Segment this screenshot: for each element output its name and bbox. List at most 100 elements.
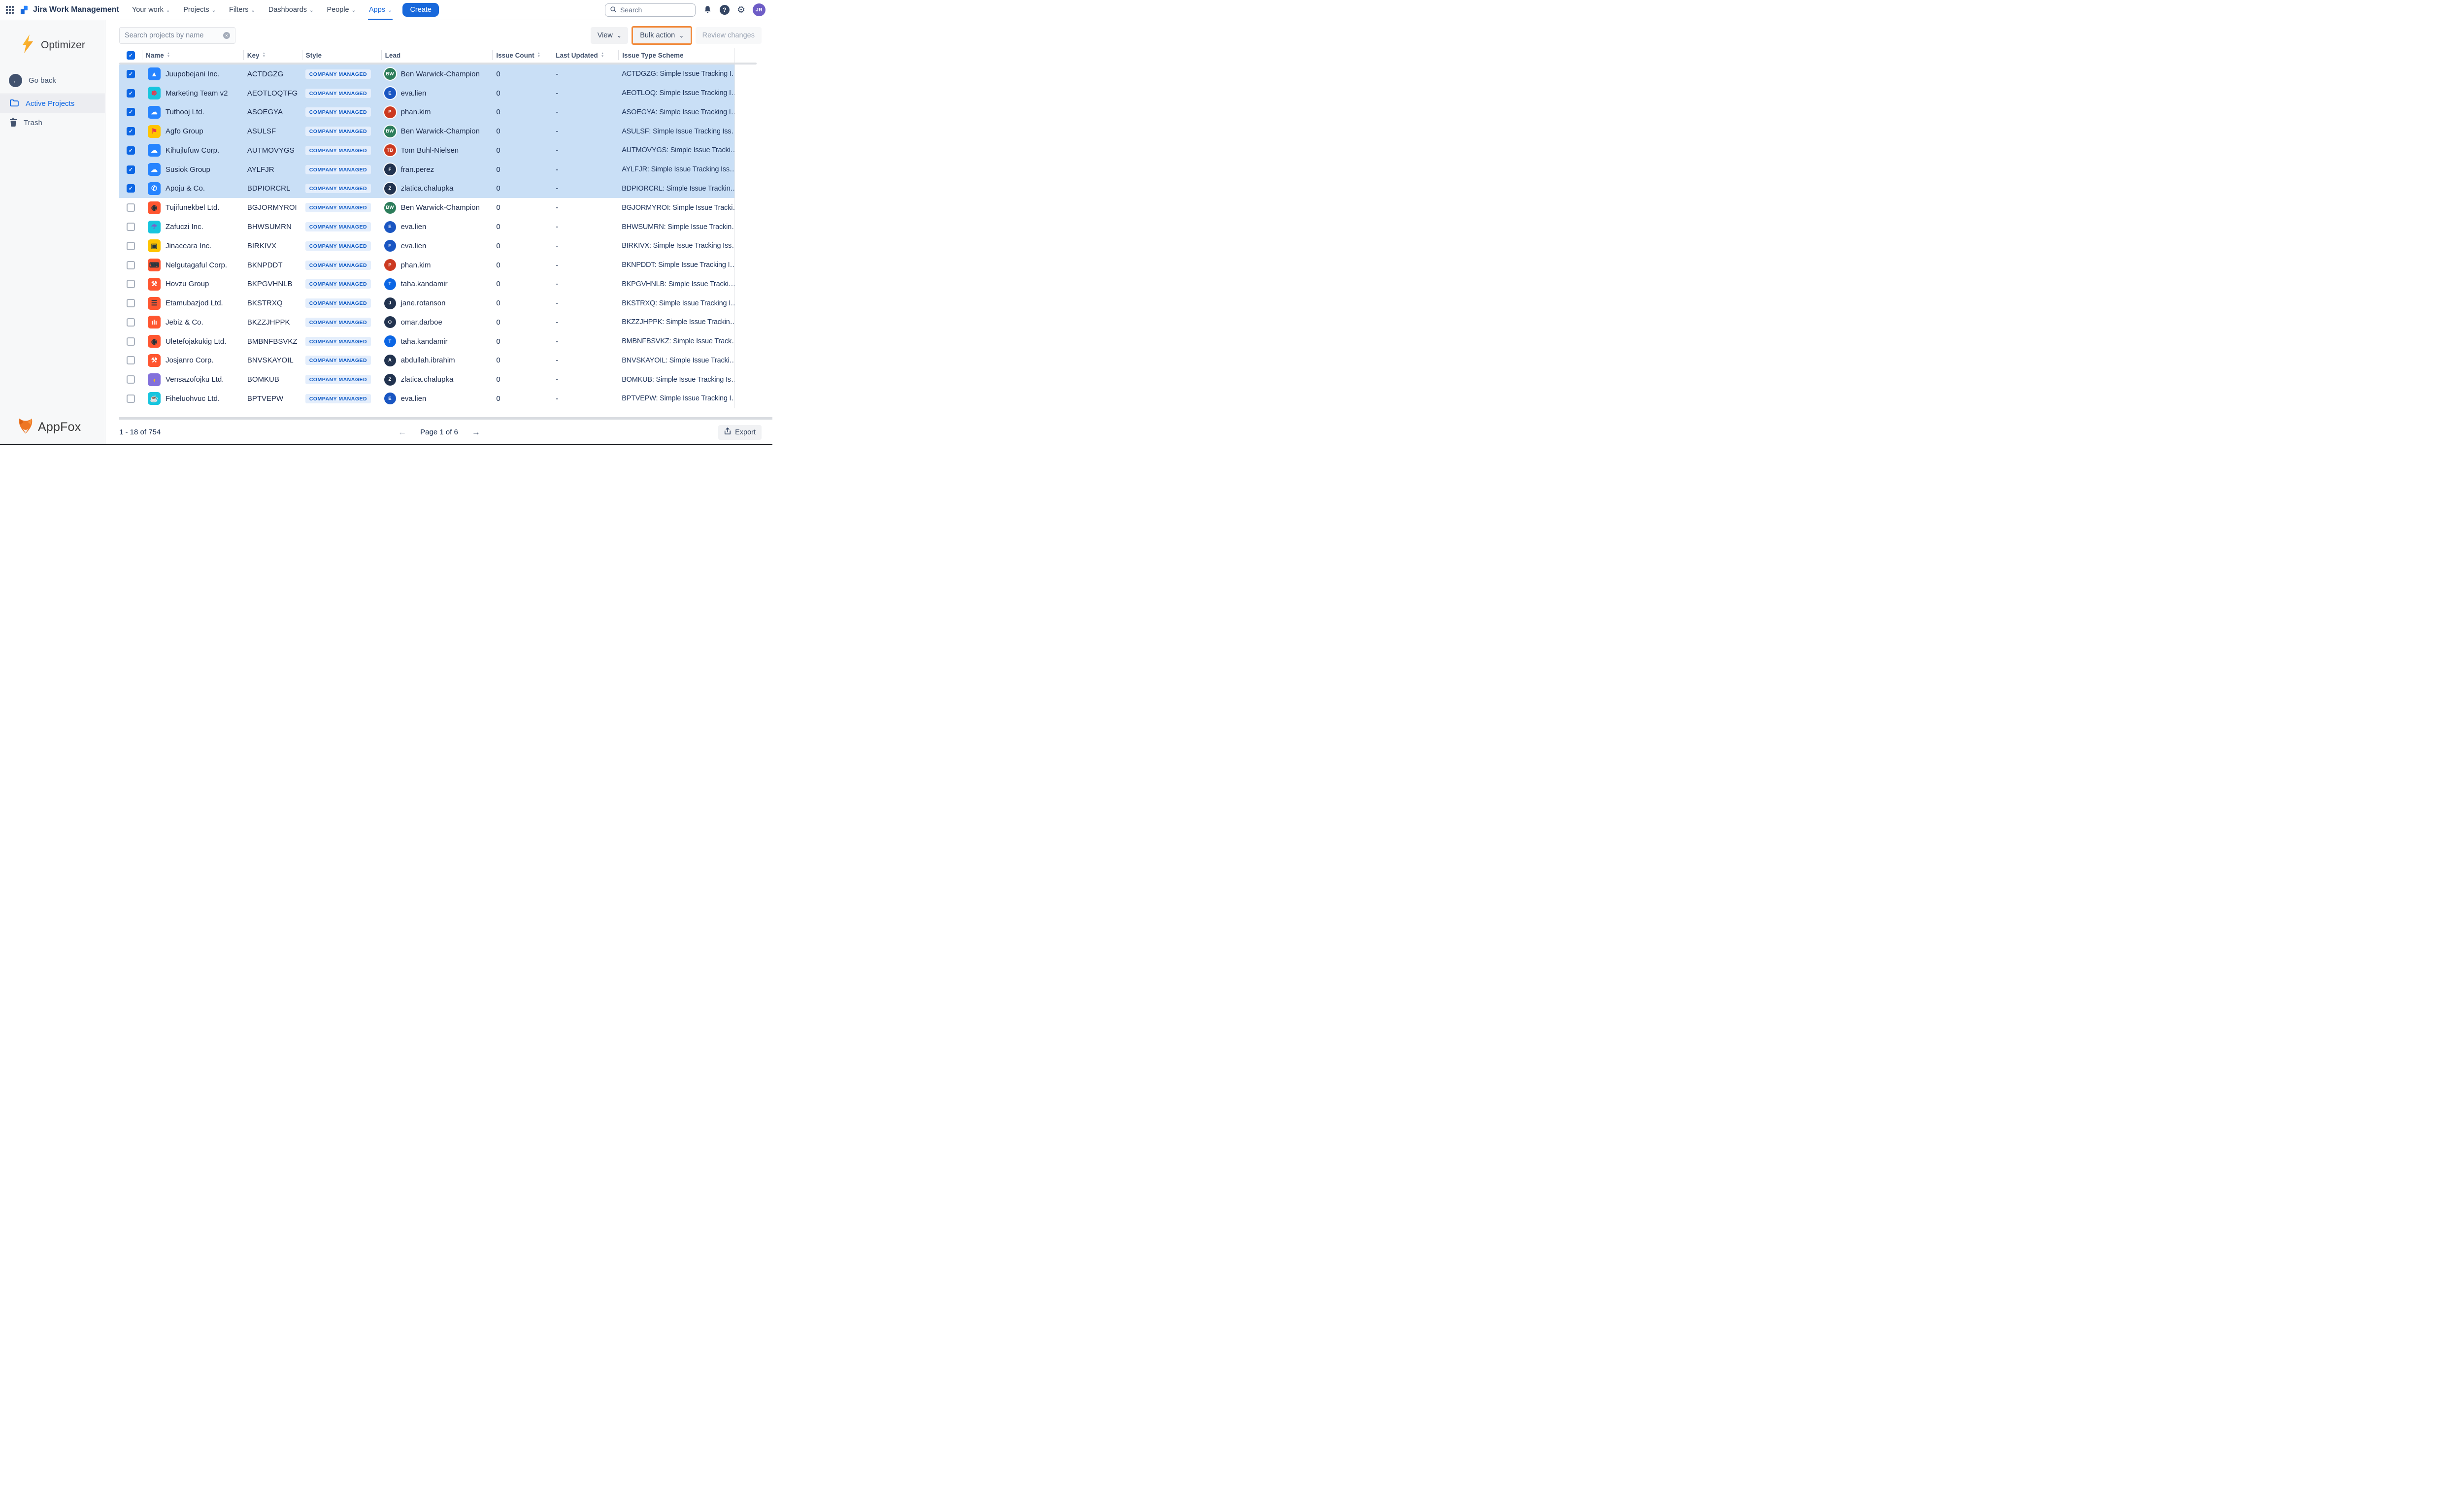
lead-avatar: J [384,297,396,309]
review-changes-button[interactable]: Review changes [696,27,762,44]
chevron-down-icon: ⌄ [352,8,356,13]
lead-avatar: Z [384,374,396,386]
project-search-input[interactable]: Search projects by name ✕ [119,27,235,44]
app-switcher-icon[interactable] [5,6,19,14]
row-checkbox[interactable] [127,280,135,288]
issue-type-scheme: AEOTLOQ: Simple Issue Tracking I… [618,84,734,103]
row-checkbox[interactable] [127,127,135,135]
user-avatar[interactable]: JR [753,3,766,16]
issue-type-scheme: BKSTRXQ: Simple Issue Tracking I… [618,294,734,313]
table-row: ⚒ Hovzu Group BKPGVHNLB COMPANY MANAGED … [119,274,734,294]
nav-dashboards[interactable]: Dashboards⌄ [268,0,314,20]
vinyl-record-icon: ◉ [148,201,161,214]
column-header-lead[interactable]: Lead [381,50,493,60]
style-badge: COMPANY MANAGED [305,222,371,231]
next-page-arrow-icon[interactable]: → [472,427,480,437]
issue-count: 0 [492,351,552,370]
lead-avatar: P [384,259,396,271]
nav-projects[interactable]: Projects⌄ [183,0,216,20]
row-checkbox[interactable] [127,223,135,231]
create-button[interactable]: Create [402,3,439,17]
project-key: BGJORMYROI [243,198,302,217]
view-dropdown-button[interactable]: View⌄ [591,27,629,44]
row-checkbox[interactable] [127,337,135,346]
lead-avatar: O [384,316,396,328]
notifications-icon[interactable] [703,5,712,15]
row-checkbox[interactable] [127,356,135,364]
jira-logo-icon[interactable] [19,5,29,15]
row-checkbox[interactable] [127,165,135,174]
nav-apps[interactable]: Apps⌄ [369,0,392,20]
nav-your-work[interactable]: Your work⌄ [132,0,170,20]
row-checkbox[interactable] [127,299,135,307]
horizontal-scrollbar-bottom[interactable] [119,417,772,420]
column-header-name[interactable]: Name▲▼ [142,50,243,60]
search-icon [610,6,617,14]
lead-name: taha.kandamir [401,337,448,346]
chevron-down-icon: ⌄ [166,8,170,13]
export-button[interactable]: Export [718,425,762,440]
last-updated: - [552,179,618,198]
sidebar-item-active-projects[interactable]: Active Projects [0,94,105,113]
lifebuoy-icon: ☸ [148,87,161,99]
project-name: Hovzu Group [166,280,209,288]
column-header-key[interactable]: Key▲▼ [243,50,302,60]
page-indicator: Page 1 of 6 [420,428,458,436]
flag-icon: ⚑ [148,125,161,138]
project-name: Kihujlufuw Corp. [166,146,219,155]
project-name: Tujifunekbel Ltd. [166,203,220,212]
last-updated: - [552,332,618,351]
column-header-style[interactable]: Style [302,50,381,60]
settings-gear-icon[interactable]: ⚙ [737,5,745,15]
sort-icon: ▲▼ [167,53,170,58]
octopus-icon: ☂ [148,221,161,233]
last-updated: - [552,103,618,122]
select-all-checkbox[interactable] [127,51,135,60]
project-name: Susiok Group [166,165,210,174]
row-checkbox[interactable] [127,242,135,250]
row-checkbox[interactable] [127,184,135,193]
help-icon[interactable]: ? [720,5,730,15]
style-badge: COMPANY MANAGED [305,89,371,98]
bulk-action-dropdown-button[interactable]: Bulk action⌄ [632,26,692,45]
go-back-button[interactable]: ← Go back [9,74,105,87]
brand-name: AppFox [38,420,81,434]
project-name: Vensazofojku Ltd. [166,375,224,384]
issue-count: 0 [492,294,552,313]
table-row: ☰ Etamubazjod Ltd. BKSTRXQ COMPANY MANAG… [119,294,734,313]
row-checkbox[interactable] [127,375,135,384]
style-badge: COMPANY MANAGED [305,279,371,289]
app-title: Optimizer [41,39,85,51]
lead-name: phan.kim [401,108,431,116]
lead-avatar: E [384,393,396,404]
clear-search-icon[interactable]: ✕ [223,32,230,39]
row-checkbox[interactable] [127,261,135,269]
last-updated: - [552,389,618,408]
row-checkbox[interactable] [127,146,135,155]
issue-type-scheme: BHWSUMRN: Simple Issue Trackin… [618,217,734,236]
row-checkbox[interactable] [127,394,135,403]
sidebar-item-trash[interactable]: Trash [0,113,105,132]
project-key: BKSTRXQ [243,294,302,313]
issue-count: 0 [492,217,552,236]
row-checkbox[interactable] [127,108,135,116]
column-header-issue-type-scheme[interactable]: Issue Type Scheme [618,50,734,60]
column-header-issue-count[interactable]: Issue Count▲▼ [492,50,552,60]
nav-people[interactable]: People⌄ [327,0,356,20]
row-checkbox[interactable] [127,318,135,327]
lead-avatar: BW [384,202,396,214]
row-checkbox[interactable] [127,203,135,212]
issue-type-scheme: BKNPDDT: Simple Issue Tracking I… [618,256,734,275]
previous-page-arrow-icon[interactable]: ← [398,427,406,437]
nav-filters[interactable]: Filters⌄ [229,0,255,20]
project-key: BNVSKAYOIL [243,351,302,370]
column-header-last-updated[interactable]: Last Updated▲▼ [552,50,618,60]
global-search-input[interactable]: Search [605,3,696,17]
row-checkbox[interactable] [127,89,135,98]
issue-count: 0 [492,141,552,160]
cloud-icon: ☁ [148,144,161,157]
table-row: ▲ Juupobejani Inc. ACTDGZG COMPANY MANAG… [119,65,734,84]
row-checkbox[interactable] [127,70,135,78]
lead-avatar: Z [384,183,396,195]
issue-count: 0 [492,65,552,84]
